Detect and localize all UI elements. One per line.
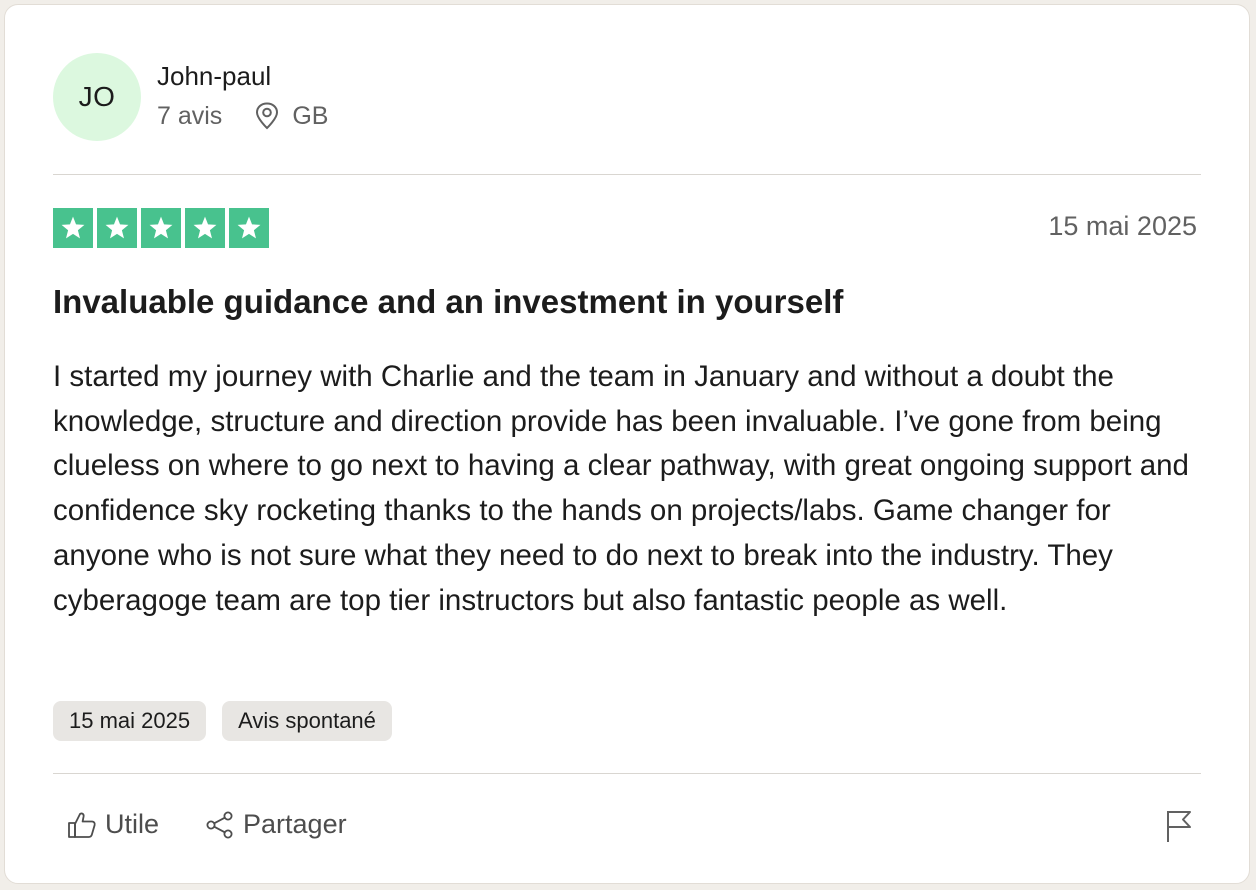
reviewer-location: GB: [292, 101, 329, 130]
share-label: Partager: [243, 809, 347, 839]
star-icon: [185, 208, 225, 248]
date-tag: 15 mai 2025: [53, 701, 207, 741]
review-body: I started my journey with Charlie and th…: [53, 360, 1189, 617]
review-tags: 15 mai 2025 Avis spontané: [53, 701, 392, 741]
review-count: 7 avis: [157, 101, 223, 130]
footer-divider: [53, 773, 1201, 774]
review-title[interactable]: Invaluable guidance and an investment in…: [53, 283, 843, 321]
map-pin-icon: [254, 102, 280, 130]
thumbs-up-icon: [67, 811, 97, 839]
reviewer-meta: 7 avis GB: [157, 102, 328, 131]
star-icon: [141, 208, 181, 248]
useful-button[interactable]: Utile: [67, 809, 159, 840]
spontaneous-review-tag: Avis spontané: [222, 701, 392, 741]
reviewer-name[interactable]: John-paul: [157, 60, 328, 92]
header-divider: [53, 174, 1201, 175]
useful-label: Utile: [105, 809, 160, 839]
avatar-initials: JO: [78, 81, 116, 112]
avatar[interactable]: JO: [53, 53, 141, 141]
flag-icon: [1165, 809, 1193, 848]
share-icon: [205, 810, 235, 840]
star-icon: [97, 208, 137, 248]
reviewer-info: John-paul 7 avis GB: [157, 60, 328, 131]
star-icon: [229, 208, 269, 248]
reviewer-header: JO John-paul 7 avis GB: [53, 53, 328, 141]
star-icon: [53, 208, 93, 248]
review-date: 15 mai 2025: [1048, 211, 1197, 241]
star-rating: [53, 208, 269, 248]
share-button[interactable]: Partager: [205, 809, 347, 840]
report-button[interactable]: [1165, 809, 1193, 848]
review-card: JO John-paul 7 avis GB 15 mai 2025 Inval…: [4, 4, 1250, 884]
review-actions: Utile Partager: [67, 809, 393, 840]
